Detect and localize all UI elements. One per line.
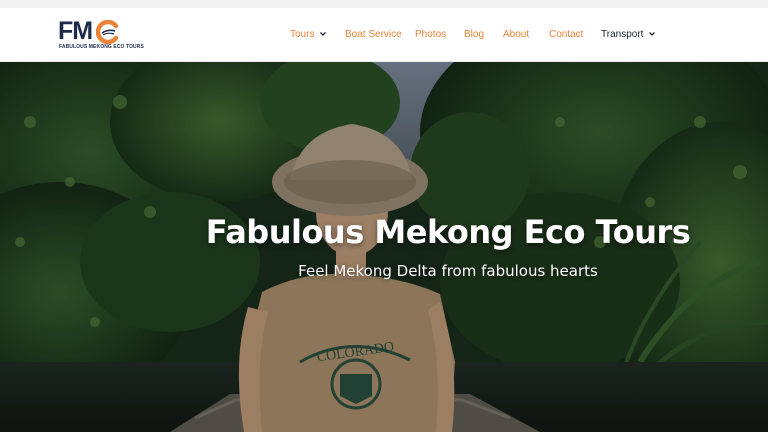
hero-title: Fabulous Mekong Eco Tours bbox=[205, 213, 691, 251]
nav-photos-label: Photos bbox=[415, 29, 447, 40]
nav-boat-service-label: Boat Service bbox=[345, 29, 402, 40]
nav-tours-label: Tours bbox=[290, 29, 315, 40]
nav-about[interactable]: About bbox=[503, 8, 529, 62]
main-nav: Tours Boat Service Photos Blog About Con… bbox=[0, 8, 768, 62]
nav-tours[interactable]: Tours bbox=[290, 8, 327, 62]
nav-blog[interactable]: Blog bbox=[464, 8, 484, 62]
nav-contact-label: Contact bbox=[549, 29, 584, 40]
nav-blog-label: Blog bbox=[464, 29, 485, 40]
site-header: FM FABULOUS MEKONG ECO TOURS Tours Boat … bbox=[0, 8, 768, 62]
nav-transport[interactable]: Transport bbox=[601, 8, 656, 62]
top-strip bbox=[0, 0, 768, 8]
nav-contact[interactable]: Contact bbox=[549, 8, 583, 62]
hero-subtitle: Feel Mekong Delta from fabulous hearts bbox=[298, 262, 598, 280]
nav-boat-service[interactable]: Boat Service bbox=[345, 8, 402, 62]
nav-about-label: About bbox=[503, 29, 530, 40]
hero-banner: COLORADO Fabulous Mekong Eco Tours Feel … bbox=[0, 62, 768, 432]
chevron-down-icon bbox=[649, 32, 656, 36]
nav-photos[interactable]: Photos bbox=[415, 8, 446, 62]
chevron-down-icon bbox=[320, 32, 327, 36]
nav-transport-label: Transport bbox=[601, 29, 644, 40]
